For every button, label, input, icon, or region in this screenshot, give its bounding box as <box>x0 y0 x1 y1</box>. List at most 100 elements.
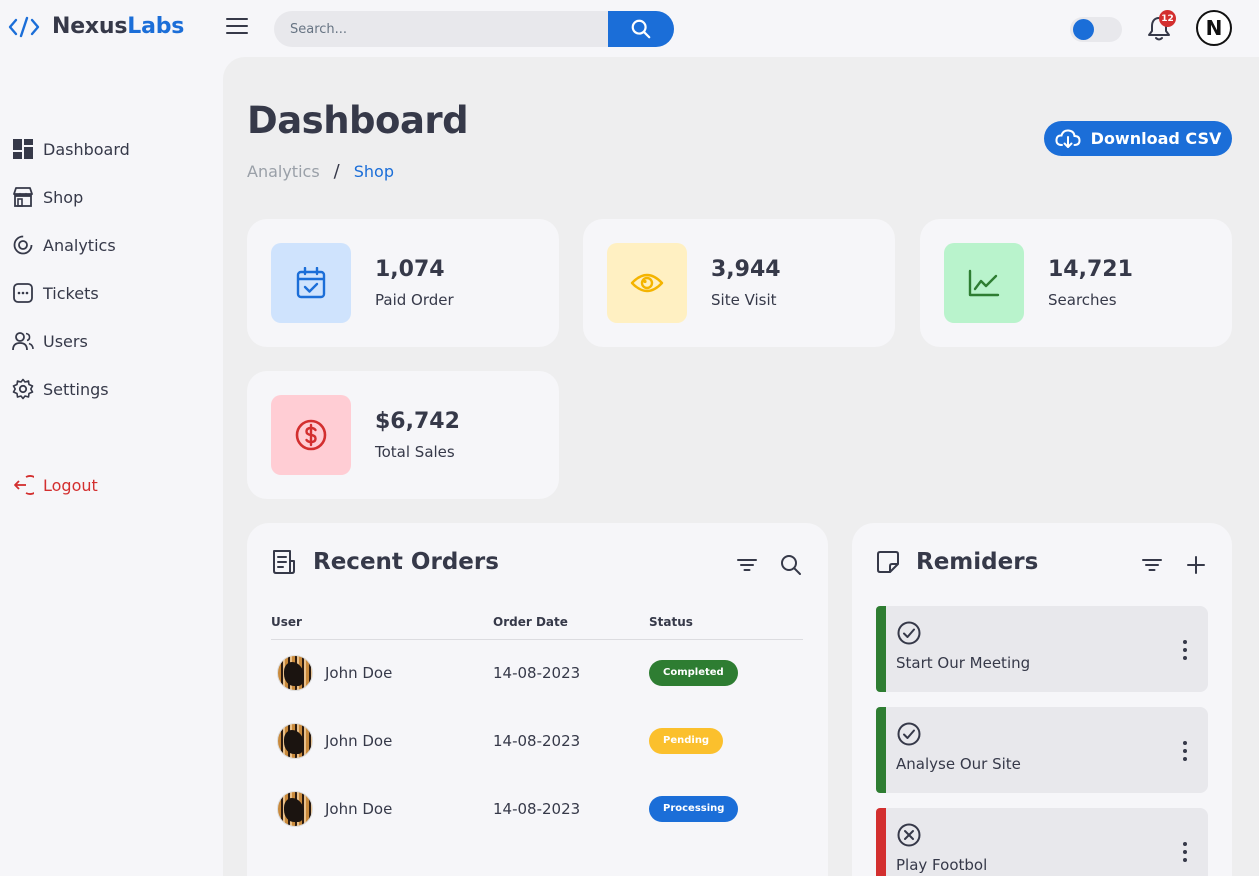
notification-badge: 12 <box>1159 10 1176 27</box>
download-csv-button[interactable]: Download CSV <box>1044 121 1232 156</box>
user-name: John Doe <box>325 732 393 750</box>
table-row[interactable]: John Doe 14-08-2023 Processing <box>271 775 803 843</box>
reminder-text: Analyse Our Site <box>896 755 1021 773</box>
sidebar-item-label: Users <box>43 331 88 351</box>
sidebar-item-tickets[interactable]: Tickets <box>12 279 99 307</box>
reminder-text: Play Footbol <box>896 856 988 874</box>
calendar-check-icon <box>296 267 326 299</box>
more-dot <box>1183 648 1187 652</box>
reminder-item[interactable]: Play Footbol <box>876 808 1208 876</box>
hamburger-line <box>226 25 248 27</box>
line-chart-icon <box>968 269 1000 297</box>
stat-value: $6,742 <box>375 409 460 434</box>
profile-avatar[interactable]: N <box>1196 10 1232 46</box>
more-options-button[interactable] <box>1178 840 1192 864</box>
more-options-button[interactable] <box>1178 739 1192 763</box>
user-avatar <box>277 791 313 827</box>
reminders-title: Remiders <box>916 549 1039 575</box>
sidebar-item-settings[interactable]: Settings <box>12 375 109 403</box>
column-header-status: Status <box>649 605 803 640</box>
status-badge: Pending <box>649 728 724 754</box>
sidebar-item-label: Settings <box>43 379 109 399</box>
store-icon <box>12 186 34 208</box>
search-button[interactable] <box>608 11 674 47</box>
dark-mode-toggle[interactable] <box>1070 17 1122 42</box>
stat-card-total-sales: $6,742 Total Sales <box>247 371 559 499</box>
menu-toggle-button[interactable] <box>226 18 248 38</box>
recent-orders-title: Recent Orders <box>313 549 499 575</box>
download-csv-label: Download CSV <box>1090 129 1222 148</box>
add-reminder-button[interactable] <box>1184 553 1208 577</box>
user-name: John Doe <box>325 800 393 818</box>
status-cell: Processing <box>649 775 803 843</box>
status-badge: Completed <box>649 660 738 687</box>
top-bar: NexusLabs 12 N <box>0 0 1259 57</box>
main-content: Dashboard Analytics / Shop Download CSV … <box>223 57 1259 876</box>
stat-icon-box <box>271 243 351 323</box>
search-icon <box>781 555 801 575</box>
sticky-note-icon <box>877 551 899 573</box>
filter-icon <box>1142 559 1162 571</box>
more-dot <box>1183 850 1187 854</box>
notifications-button[interactable]: 12 <box>1146 10 1176 42</box>
status-cell: Completed <box>649 639 803 707</box>
more-options-button[interactable] <box>1178 638 1192 662</box>
search-icon <box>631 19 651 39</box>
stat-icon-box <box>271 395 351 475</box>
more-vertical-icon <box>1183 741 1187 745</box>
reminder-item[interactable]: Start Our Meeting <box>876 606 1208 692</box>
search-input[interactable] <box>274 11 608 47</box>
sidebar: Dashboard Shop Analytics Tickets Users S… <box>0 57 223 876</box>
logout-button[interactable]: Logout <box>12 471 98 499</box>
user-cell: John Doe <box>271 639 493 707</box>
user-avatar <box>277 723 313 759</box>
filter-icon <box>737 559 757 571</box>
sidebar-item-users[interactable]: Users <box>12 327 88 355</box>
user-avatar <box>277 655 313 692</box>
breadcrumb-separator: / <box>333 161 340 182</box>
reminders-actions <box>1140 553 1208 577</box>
ticket-icon <box>12 282 34 304</box>
orders-search-button[interactable] <box>779 553 803 577</box>
sidebar-item-analytics[interactable]: Analytics <box>12 231 116 259</box>
order-date: 14-08-2023 <box>493 664 581 683</box>
x-circle-icon <box>897 823 921 847</box>
sidebar-item-shop[interactable]: Shop <box>12 183 83 211</box>
sidebar-item-label: Shop <box>43 187 84 207</box>
filter-button[interactable] <box>735 553 759 577</box>
orders-table: User Order Date Status John Doe 14-08-20… <box>271 605 803 843</box>
brand-name-part1: Nexus <box>52 14 128 39</box>
stat-label: Searches <box>1048 291 1117 309</box>
sidebar-item-dashboard[interactable]: Dashboard <box>12 135 130 163</box>
table-row[interactable]: John Doe 14-08-2023 Pending <box>271 707 803 775</box>
order-date: 14-08-2023 <box>493 800 581 818</box>
receipt-icon <box>273 550 295 574</box>
reminders-header: Remiders <box>876 549 1038 575</box>
breadcrumb: Analytics / Shop <box>247 161 394 182</box>
stat-value: 3,944 <box>711 257 781 282</box>
more-vertical-icon <box>1183 842 1187 846</box>
column-header-user: User <box>271 605 493 640</box>
hamburger-line <box>226 32 248 34</box>
logout-icon <box>12 474 34 496</box>
more-dot <box>1183 656 1187 660</box>
sidebar-item-label: Analytics <box>43 235 116 255</box>
stat-value: 14,721 <box>1048 257 1133 282</box>
status-badge: Processing <box>649 796 739 822</box>
stat-card-site-visit: 3,944 Site Visit <box>583 219 895 347</box>
more-dot <box>1183 858 1187 862</box>
brand-name: NexusLabs <box>52 14 184 39</box>
column-header-order-date: Order Date <box>493 605 649 640</box>
breadcrumb-item-analytics[interactable]: Analytics <box>247 162 320 181</box>
dashboard-icon <box>12 138 34 160</box>
stat-label: Site Visit <box>711 291 777 309</box>
dollar-icon <box>295 419 327 451</box>
stat-icon-box <box>944 243 1024 323</box>
brand-logo[interactable]: NexusLabs <box>8 14 184 39</box>
breadcrumb-item-shop[interactable]: Shop <box>354 162 394 181</box>
reminders-filter-button[interactable] <box>1140 553 1164 577</box>
reminder-item[interactable]: Analyse Our Site <box>876 707 1208 793</box>
plus-icon <box>1187 556 1205 574</box>
table-row[interactable]: John Doe 14-08-2023 Completed <box>271 639 803 707</box>
user-name: John Doe <box>325 664 393 683</box>
